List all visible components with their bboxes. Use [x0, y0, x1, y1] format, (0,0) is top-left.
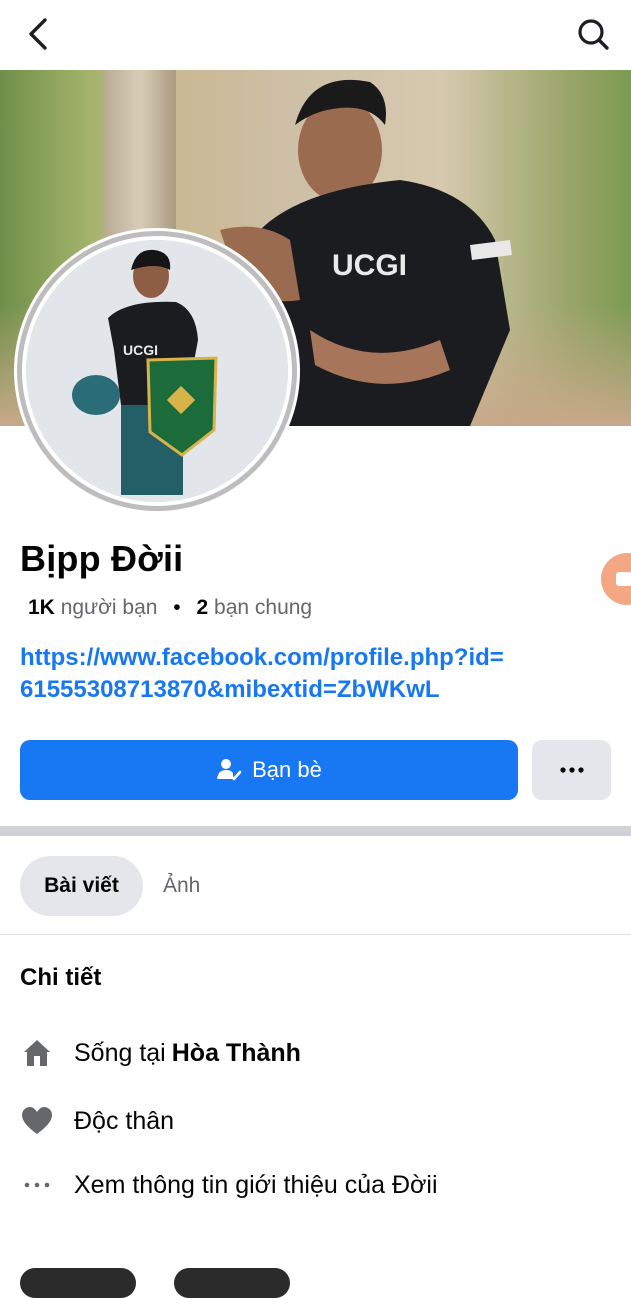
profile-link[interactable]: https://www.facebook.com/profile.php?id=…: [20, 642, 580, 706]
search-icon: [578, 19, 609, 50]
detail-relationship: Độc thân: [20, 1104, 174, 1138]
profile-name: Bịpp Đờii: [20, 538, 184, 579]
stats-separator: •: [173, 596, 181, 619]
home-icon: [20, 1036, 54, 1070]
video-camera-icon: [616, 572, 631, 586]
ellipsis-icon: [20, 1168, 54, 1202]
svg-text:UCGI: UCGI: [332, 249, 407, 282]
svg-text:UCGI: UCGI: [123, 342, 158, 358]
friends-label: người bạn: [60, 596, 158, 619]
video-call-button[interactable]: [601, 553, 631, 605]
detail-lives-in: Sống tại Hòa Thành: [20, 1036, 301, 1070]
back-button[interactable]: [20, 14, 60, 54]
heart-icon: [20, 1104, 54, 1138]
more-dots-icon: [559, 767, 584, 773]
details-title: Chi tiết: [20, 964, 102, 991]
profile-link-line-2[interactable]: 61555308713870&mibextid=ZbWKwL: [20, 674, 580, 706]
lives-prefix: Sống tại: [74, 1038, 166, 1067]
friend-check-icon: [216, 757, 242, 783]
featured-thumbnail[interactable]: [20, 1268, 136, 1298]
relationship-status: Độc thân: [74, 1106, 175, 1135]
profile-link-line-1[interactable]: https://www.facebook.com/profile.php?id=: [20, 642, 580, 674]
detail-see-intro[interactable]: Xem thông tin giới thiệu của Đờii: [20, 1168, 438, 1202]
more-button[interactable]: [532, 740, 611, 800]
section-divider: [0, 826, 631, 836]
tab-posts[interactable]: Bài viết: [20, 856, 143, 916]
mutual-count: 2: [196, 596, 209, 619]
search-button[interactable]: [573, 14, 613, 54]
avatar-person-figure: UCGI: [26, 240, 288, 502]
friends-button[interactable]: Bạn bè: [20, 740, 518, 800]
featured-thumbnail[interactable]: [174, 1268, 290, 1298]
top-bar: [0, 0, 631, 70]
friends-count: 1K: [28, 596, 55, 619]
see-intro-label[interactable]: Xem thông tin giới thiệu của Đờii: [74, 1171, 438, 1200]
friends-button-label: Bạn bè: [252, 757, 322, 782]
mutual-label: bạn chung: [214, 596, 313, 619]
tabs-divider: [0, 934, 631, 935]
friend-stats[interactable]: 1K người bạn • 2 bạn chung: [28, 596, 312, 620]
chevron-left-icon: [29, 18, 47, 50]
tab-photos[interactable]: Ảnh: [163, 856, 200, 916]
lives-place[interactable]: Hòa Thành: [172, 1039, 301, 1068]
avatar[interactable]: UCGI: [26, 240, 288, 502]
